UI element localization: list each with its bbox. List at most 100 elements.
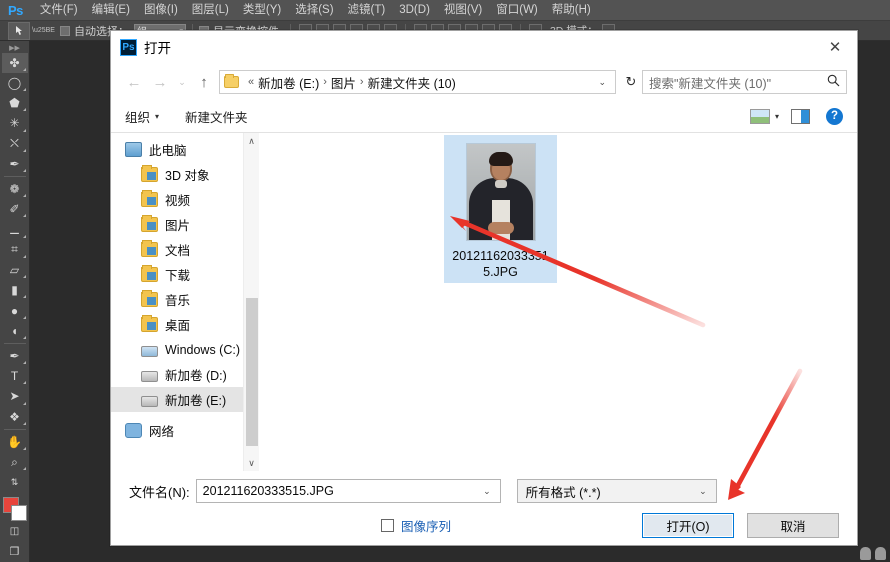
- preview-pane-icon[interactable]: [791, 108, 810, 124]
- menu-item-layer[interactable]: 图层(L): [185, 0, 236, 21]
- new-folder-button[interactable]: 新建文件夹: [185, 107, 248, 126]
- eyedropper-tool-icon[interactable]: ✒: [2, 154, 28, 174]
- zoom-tool-icon[interactable]: ⌕: [2, 452, 28, 472]
- dialog-titlebar[interactable]: Ps 打开 ✕: [111, 31, 857, 64]
- gradient-tool-icon[interactable]: ▮: [2, 280, 28, 300]
- sidebar-item-3d-objects[interactable]: 3D 对象: [111, 162, 259, 187]
- screen-mode-icon[interactable]: ❐: [2, 542, 28, 562]
- menu-item-image[interactable]: 图像(I): [137, 0, 185, 21]
- menu-item-edit[interactable]: 编辑(E): [85, 0, 137, 21]
- marquee-tool-icon[interactable]: ◯: [2, 73, 28, 93]
- magic-wand-tool-icon[interactable]: ✳: [2, 113, 28, 133]
- this-pc-icon: [125, 142, 142, 157]
- image-sequence-checkbox[interactable]: 图像序列: [381, 516, 451, 535]
- organize-button[interactable]: 组织 ▾: [125, 107, 159, 126]
- command-bar: 组织 ▾ 新建文件夹 ▾ ?: [111, 100, 857, 132]
- menu-item-filter[interactable]: 滤镜(T): [341, 0, 393, 21]
- view-options-icon[interactable]: [749, 108, 770, 124]
- address-bar[interactable]: « 新加卷 (E:) › 图片 › 新建文件夹 (10) ⌄: [219, 70, 616, 94]
- sidebar-item-network[interactable]: 网络: [111, 418, 259, 443]
- sidebar-item-music[interactable]: 音乐: [111, 287, 259, 312]
- breadcrumb-segment-pictures[interactable]: 图片: [331, 73, 356, 92]
- scroll-up-icon[interactable]: ∧: [248, 133, 255, 149]
- menu-item-select[interactable]: 选择(S): [288, 0, 340, 21]
- menu-item-file[interactable]: 文件(F): [33, 0, 85, 21]
- panel-grip[interactable]: ▶▶: [4, 43, 26, 53]
- filename-input[interactable]: 201211620333515.JPG ⌄: [195, 479, 501, 503]
- file-format-dropdown[interactable]: 所有格式 (*.*) ⌄: [516, 479, 717, 503]
- sidebar-item-this-pc[interactable]: 此电脑: [111, 137, 259, 162]
- file-name-label: 201211620333515.JPG: [452, 249, 549, 279]
- navigation-bar: ← → ⌄ ↑ « 新加卷 (E:) › 图片 › 新建文件夹 (10) ⌄ ↻…: [111, 64, 857, 100]
- file-list[interactable]: 201211620333515.JPG: [259, 133, 857, 471]
- sidebar-item-label: 新加卷 (D:): [165, 369, 227, 383]
- healing-brush-tool-icon[interactable]: ❁: [2, 179, 28, 199]
- search-box[interactable]: 搜索"新建文件夹 (10)": [642, 70, 847, 94]
- dodge-tool-icon[interactable]: ◖: [2, 321, 28, 341]
- auto-select-checkbox[interactable]: [59, 25, 70, 36]
- dialog-footer: 文件名(N): 201211620333515.JPG ⌄ 所有格式 (*.*)…: [111, 471, 857, 545]
- move-tool-icon[interactable]: ✤: [1, 52, 28, 73]
- sidebar-item-videos[interactable]: 视频: [111, 187, 259, 212]
- sidebar-item-documents[interactable]: 文档: [111, 237, 259, 262]
- path-selection-tool-icon[interactable]: ➤: [2, 386, 28, 406]
- menu-item-3d[interactable]: 3D(D): [392, 0, 437, 21]
- refresh-icon[interactable]: ↻: [620, 70, 642, 94]
- sidebar-item-label: 桌面: [165, 319, 191, 333]
- breadcrumb-separator-icon: ›: [323, 76, 327, 88]
- navigation-pane-scrollbar[interactable]: ∧ ∨: [243, 133, 259, 471]
- scrollbar-thumb[interactable]: [246, 298, 258, 446]
- move-tool-icon[interactable]: [8, 21, 30, 40]
- divider: [3, 176, 26, 178]
- tool-preset-caret-icon[interactable]: \u25BE: [32, 27, 55, 34]
- crop-tool-icon[interactable]: ⛌: [2, 134, 28, 154]
- blur-tool-icon[interactable]: ●: [2, 300, 28, 320]
- sidebar-item-downloads[interactable]: 下载: [111, 262, 259, 287]
- breadcrumb-segment-folder[interactable]: 新建文件夹 (10): [368, 73, 456, 92]
- breadcrumb-segment-drive[interactable]: 新加卷 (E:): [258, 73, 319, 92]
- brush-tool-icon[interactable]: ✐: [2, 199, 28, 219]
- scroll-down-icon[interactable]: ∨: [248, 455, 255, 471]
- checkbox-box[interactable]: [381, 518, 394, 532]
- menu-item-window[interactable]: 窗口(W): [489, 0, 545, 21]
- sidebar-item-volume-e[interactable]: 新加卷 (E:): [111, 387, 259, 412]
- help-icon[interactable]: ?: [826, 107, 843, 125]
- recent-locations-button[interactable]: ⌄: [173, 69, 191, 95]
- chevron-down-icon[interactable]: ⌄: [476, 486, 498, 497]
- menu-item-view[interactable]: 视图(V): [437, 0, 489, 21]
- menu-bar: Ps 文件(F) 编辑(E) 图像(I) 图层(L) 类型(Y) 选择(S) 滤…: [0, 0, 890, 21]
- sidebar-item-volume-d[interactable]: 新加卷 (D:): [111, 362, 259, 387]
- clone-stamp-tool-icon[interactable]: ⚊: [2, 219, 28, 239]
- color-swatches[interactable]: [2, 496, 28, 522]
- navigation-pane: 此电脑 3D 对象 视频 图片 文档 下载 音乐 桌面 Windows (C:)…: [111, 133, 259, 471]
- lasso-tool-icon[interactable]: ⬟: [2, 93, 28, 113]
- history-brush-tool-icon[interactable]: ⌗: [2, 240, 28, 260]
- menu-item-type[interactable]: 类型(Y): [236, 0, 288, 21]
- type-tool-icon[interactable]: T: [2, 366, 28, 386]
- eraser-tool-icon[interactable]: ▱: [2, 260, 28, 280]
- view-controls: ▾ ?: [749, 107, 843, 125]
- chevron-down-icon[interactable]: ⌄: [591, 77, 613, 88]
- sidebar-item-pictures[interactable]: 图片: [111, 212, 259, 237]
- breadcrumb-overflow-icon[interactable]: «: [248, 76, 254, 88]
- close-icon[interactable]: ✕: [813, 31, 857, 63]
- open-button[interactable]: 打开(O): [642, 512, 734, 538]
- pen-tool-icon[interactable]: ✒: [2, 346, 28, 366]
- back-button[interactable]: ←: [121, 69, 147, 95]
- file-item[interactable]: 201211620333515.JPG: [444, 135, 557, 283]
- menu-item-help[interactable]: 帮助(H): [545, 0, 598, 21]
- sidebar-item-windows-c[interactable]: Windows (C:): [111, 337, 259, 362]
- forward-button[interactable]: →: [147, 69, 173, 95]
- cancel-button[interactable]: 取消: [747, 512, 839, 538]
- search-input[interactable]: 搜索"新建文件夹 (10)": [649, 73, 827, 92]
- swap-colors-icon[interactable]: ⇅: [2, 472, 28, 492]
- quick-mask-icon[interactable]: ◫: [2, 522, 28, 542]
- sidebar-item-desktop[interactable]: 桌面: [111, 312, 259, 337]
- up-button[interactable]: ↑: [191, 69, 217, 95]
- shape-tool-icon[interactable]: ❖: [2, 407, 28, 427]
- chevron-down-icon[interactable]: ▾: [775, 112, 779, 121]
- hand-tool-icon[interactable]: ✋: [2, 432, 28, 452]
- background-color-swatch[interactable]: [10, 505, 27, 522]
- corner-decoration: [860, 547, 886, 560]
- sidebar-item-label: 此电脑: [149, 144, 187, 158]
